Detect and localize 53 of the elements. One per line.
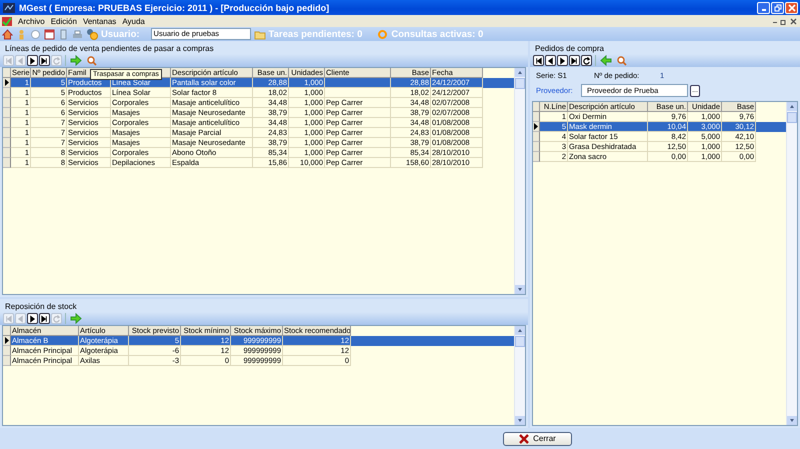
last-button[interactable]	[39, 55, 50, 66]
pointer-icon	[534, 123, 538, 130]
user-label: Usuario:	[101, 28, 140, 40]
house-icon[interactable]	[2, 28, 13, 40]
scrollbar[interactable]	[514, 326, 525, 425]
arrow-right-icon[interactable]	[70, 55, 82, 66]
pointer-icon	[4, 337, 8, 344]
row-selector[interactable]	[3, 78, 11, 88]
first-button[interactable]	[533, 55, 544, 66]
next-button[interactable]	[557, 55, 568, 66]
refresh-button[interactable]	[581, 55, 592, 66]
menu-item[interactable]: Edición	[50, 16, 77, 26]
calendar-icon[interactable]	[44, 28, 55, 40]
panel-title: Líneas de pedido de venta pendientes de pasar a compras	[4, 43, 215, 54]
check-icon	[2, 16, 12, 26]
menu-item[interactable]: Ventanas	[82, 16, 116, 26]
search-icon[interactable]	[616, 55, 627, 66]
close-button[interactable]: Cerrar	[503, 432, 572, 446]
window-title: MGest ( Empresa: PRUEBAS Ejercicio: 2011 ) - [Producción bajo pedido]	[19, 2, 330, 12]
prev-button[interactable]	[545, 55, 556, 66]
header-corner	[533, 102, 540, 112]
scrollbar[interactable]	[514, 68, 525, 294]
scrollbar[interactable]	[786, 102, 797, 425]
pointer-icon	[4, 79, 8, 86]
panel-title: Pedidos de compra	[534, 43, 605, 54]
close-button[interactable]	[785, 2, 798, 14]
row-selector[interactable]	[533, 122, 540, 132]
menu-item[interactable]: Ayuda	[122, 16, 145, 26]
active-queries: Consultas activas: 0	[391, 28, 484, 40]
minimize-button[interactable]	[757, 2, 770, 14]
last-button[interactable]	[39, 313, 50, 324]
restore-button[interactable]	[771, 2, 784, 14]
search-icon[interactable]	[86, 55, 97, 66]
row-selector[interactable]	[3, 336, 11, 346]
restore-icon[interactable]	[780, 18, 787, 24]
header-corner	[3, 326, 11, 336]
arrow-left-icon[interactable]	[600, 55, 612, 66]
ring-icon[interactable]	[377, 28, 388, 40]
restore-icon	[774, 4, 782, 12]
menu-item[interactable]: Archivo	[18, 16, 45, 26]
app-icon	[3, 2, 15, 12]
header-corner	[3, 68, 11, 78]
last-button[interactable]	[569, 55, 580, 66]
next-button[interactable]	[27, 313, 38, 324]
pending-tasks: Tareas pendientes: 0	[268, 28, 362, 40]
printer-icon[interactable]	[72, 28, 83, 40]
close-icon	[788, 4, 796, 12]
close-icon	[519, 434, 530, 444]
panel-title: Reposición de stock	[4, 301, 78, 312]
arrow-right-icon[interactable]	[70, 313, 82, 324]
minimize-icon	[762, 8, 766, 10]
close-icon[interactable]	[790, 18, 797, 24]
next-button[interactable]	[27, 55, 38, 66]
